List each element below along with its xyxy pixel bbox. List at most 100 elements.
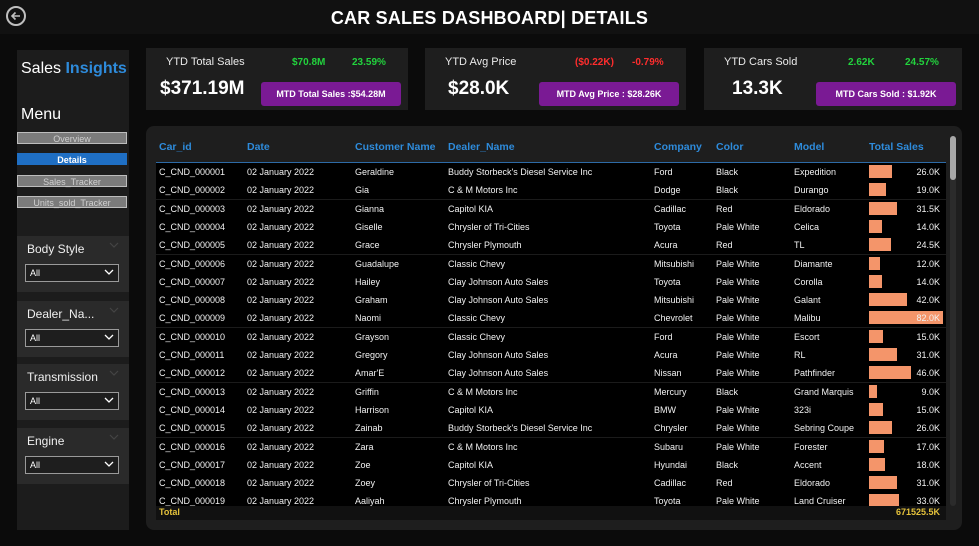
table-cell: Nissan — [654, 368, 682, 379]
sales-databar — [869, 348, 897, 361]
top-bar: CAR SALES DASHBOARD| DETAILS — [0, 0, 979, 34]
table-cell: C_CND_000014 — [159, 404, 226, 415]
table-cell: Guadalupe — [355, 258, 400, 269]
table-cell: 02 January 2022 — [247, 459, 315, 470]
table-cell: Clay Johnson Auto Sales — [448, 350, 549, 360]
table-row[interactable]: C_CND_000015 02 January 2022 Zainab Buddy S… — [156, 419, 946, 439]
table-cell: C_CND_000001 — [159, 167, 226, 177]
table-cell: Grayson — [355, 331, 390, 342]
table-row[interactable]: C_CND_000002 02 January 2022 Gia C & M Moto… — [156, 181, 946, 201]
table-cell: Hyundai — [654, 459, 688, 470]
table-cell: 02 January 2022 — [247, 185, 315, 196]
table-cell: 02 January 2022 — [247, 404, 315, 415]
table-cell: Acura — [654, 350, 678, 360]
column-header-dealer-name[interactable]: Dealer_Name — [448, 141, 515, 153]
table-scrollbar[interactable] — [950, 136, 956, 506]
sales-databar — [869, 274, 882, 288]
brand-sales: Sales — [21, 60, 62, 77]
table-cell: Mitsubishi — [654, 295, 695, 306]
table-cell: Clay Johnson Auto Sales — [448, 368, 549, 379]
table-row[interactable]: C_CND_000001 02 January 2022 Geraldine Budd… — [156, 163, 946, 182]
table-row[interactable]: C_CND_000018 02 January 2022 Zoey Chrysler … — [156, 474, 946, 494]
table-cell: Cadillac — [654, 478, 687, 489]
table-cell: Aaliyah — [355, 496, 385, 507]
total-sales-cell: 42.0K — [916, 295, 940, 306]
table-row[interactable]: C_CND_000014 02 January 2022 Harrison Capit… — [156, 400, 946, 420]
table-cell: Zara — [355, 441, 374, 452]
table-cell: 02 January 2022 — [247, 496, 315, 507]
table-cell: Clay Johnson Auto Sales — [448, 295, 549, 306]
dealer-name-dropdown[interactable]: All — [25, 329, 119, 347]
table-row[interactable]: C_CND_000010 02 January 2022 Grayson Classi… — [156, 327, 946, 347]
table-cell: C_CND_000017 — [159, 459, 226, 470]
transmission-dropdown[interactable]: All — [25, 392, 119, 410]
chevron-down-icon[interactable] — [109, 370, 119, 376]
total-label: Total — [159, 507, 180, 517]
sales-databar — [869, 476, 897, 490]
table-row[interactable]: C_CND_000016 02 January 2022 Zara C & M Mot… — [156, 437, 946, 457]
column-header-date[interactable]: Date — [247, 141, 270, 153]
table-cell: C_CND_000012 — [159, 368, 226, 379]
scrollbar-thumb[interactable] — [950, 136, 956, 180]
sales-databar — [869, 293, 907, 307]
total-sales-cell: 17.0K — [916, 441, 940, 452]
table-row[interactable]: C_CND_000004 02 January 2022 Giselle Chrysl… — [156, 217, 946, 237]
nav-button-sales-tracker[interactable]: Sales_Tracker — [17, 175, 127, 187]
table-cell: Galant — [794, 295, 821, 306]
table-cell: Capitol KIA — [448, 459, 494, 470]
table-cell: C_CND_000008 — [159, 295, 226, 306]
table-row[interactable]: C_CND_000012 02 January 2022 Amar'E Clay Jo… — [156, 364, 946, 384]
mtd-badge: MTD Cars Sold : $1.92K — [816, 82, 956, 106]
table-cell: C_CND_000003 — [159, 203, 226, 214]
column-header-company[interactable]: Company — [654, 141, 702, 153]
column-header-car-id[interactable]: Car_id — [159, 141, 192, 153]
table-cell: C & M Motors Inc — [448, 185, 518, 196]
total-sales-cell: 14.0K — [916, 276, 940, 287]
filter-label: Transmission — [27, 370, 98, 384]
table-row[interactable]: C_CND_000003 02 January 2022 Gianna Capitol… — [156, 199, 946, 219]
column-header-color[interactable]: Color — [716, 141, 743, 153]
table-cell: Chevrolet — [654, 313, 693, 324]
table-row[interactable]: C_CND_000007 02 January 2022 Hailey Clay Jo… — [156, 272, 946, 292]
table-cell: Toyota — [654, 276, 681, 287]
table-cell: Grand Marquis — [794, 386, 854, 397]
table-row[interactable]: C_CND_000005 02 January 2022 Grace Chrysler… — [156, 236, 946, 256]
chevron-down-icon[interactable] — [109, 242, 119, 248]
table-cell: Eldorado — [794, 203, 831, 214]
table-cell: Corolla — [794, 276, 823, 287]
brand-title: Sales Insights — [21, 60, 127, 78]
table-cell: Chrysler Plymouth — [448, 496, 522, 507]
kpi-delta-abs: $70.8M — [292, 57, 326, 68]
nav-button-details[interactable]: Details — [17, 153, 127, 165]
table-cell: Dodge — [654, 185, 681, 196]
kpi-label: YTD Cars Sold — [724, 56, 798, 68]
engine-dropdown[interactable]: All — [25, 456, 119, 474]
table-cell: Buddy Storbeck's Diesel Service Inc — [448, 167, 593, 177]
filter-label: Body Style — [27, 242, 85, 256]
total-sales-cell: 26.0K — [916, 167, 940, 177]
table-cell: 02 January 2022 — [247, 386, 315, 397]
table-row[interactable]: C_CND_000011 02 January 2022 Gregory Clay J… — [156, 346, 946, 365]
column-header-total-sales[interactable]: Total Sales — [869, 141, 924, 153]
table-row[interactable]: C_CND_000008 02 January 2022 Graham Clay Jo… — [156, 291, 946, 311]
table-cell: 02 January 2022 — [247, 203, 315, 214]
column-header-model[interactable]: Model — [794, 141, 824, 153]
table-cell: Land Cruiser — [794, 496, 846, 507]
column-header-customer-name[interactable]: Customer Name — [355, 141, 436, 153]
table-cell: Pale White — [716, 295, 760, 306]
table-row[interactable]: C_CND_000017 02 January 2022 Zoe Capitol KI… — [156, 455, 946, 475]
chevron-down-icon[interactable] — [109, 434, 119, 440]
body-style-dropdown[interactable]: All — [25, 264, 119, 282]
total-sales-cell: 18.0K — [916, 459, 940, 470]
table-cell: 02 January 2022 — [247, 221, 315, 232]
chevron-down-icon[interactable] — [109, 307, 119, 313]
nav-button-overview[interactable]: Overview — [17, 132, 127, 144]
table-cell: Geraldine — [355, 167, 395, 177]
nav-button-units-sold-tracker[interactable]: Units_sold_Tracker — [17, 196, 127, 208]
table-cell: Classic Chevy — [448, 331, 506, 342]
table-row[interactable]: C_CND_000009 02 January 2022 Naomi Classic … — [156, 309, 946, 329]
table-row[interactable]: C_CND_000006 02 January 2022 Guadalupe Clas… — [156, 254, 946, 274]
kpi-label: YTD Avg Price — [445, 56, 517, 68]
dropdown-value: All — [30, 333, 41, 343]
table-row[interactable]: C_CND_000013 02 January 2022 Griffin C & M … — [156, 382, 946, 402]
